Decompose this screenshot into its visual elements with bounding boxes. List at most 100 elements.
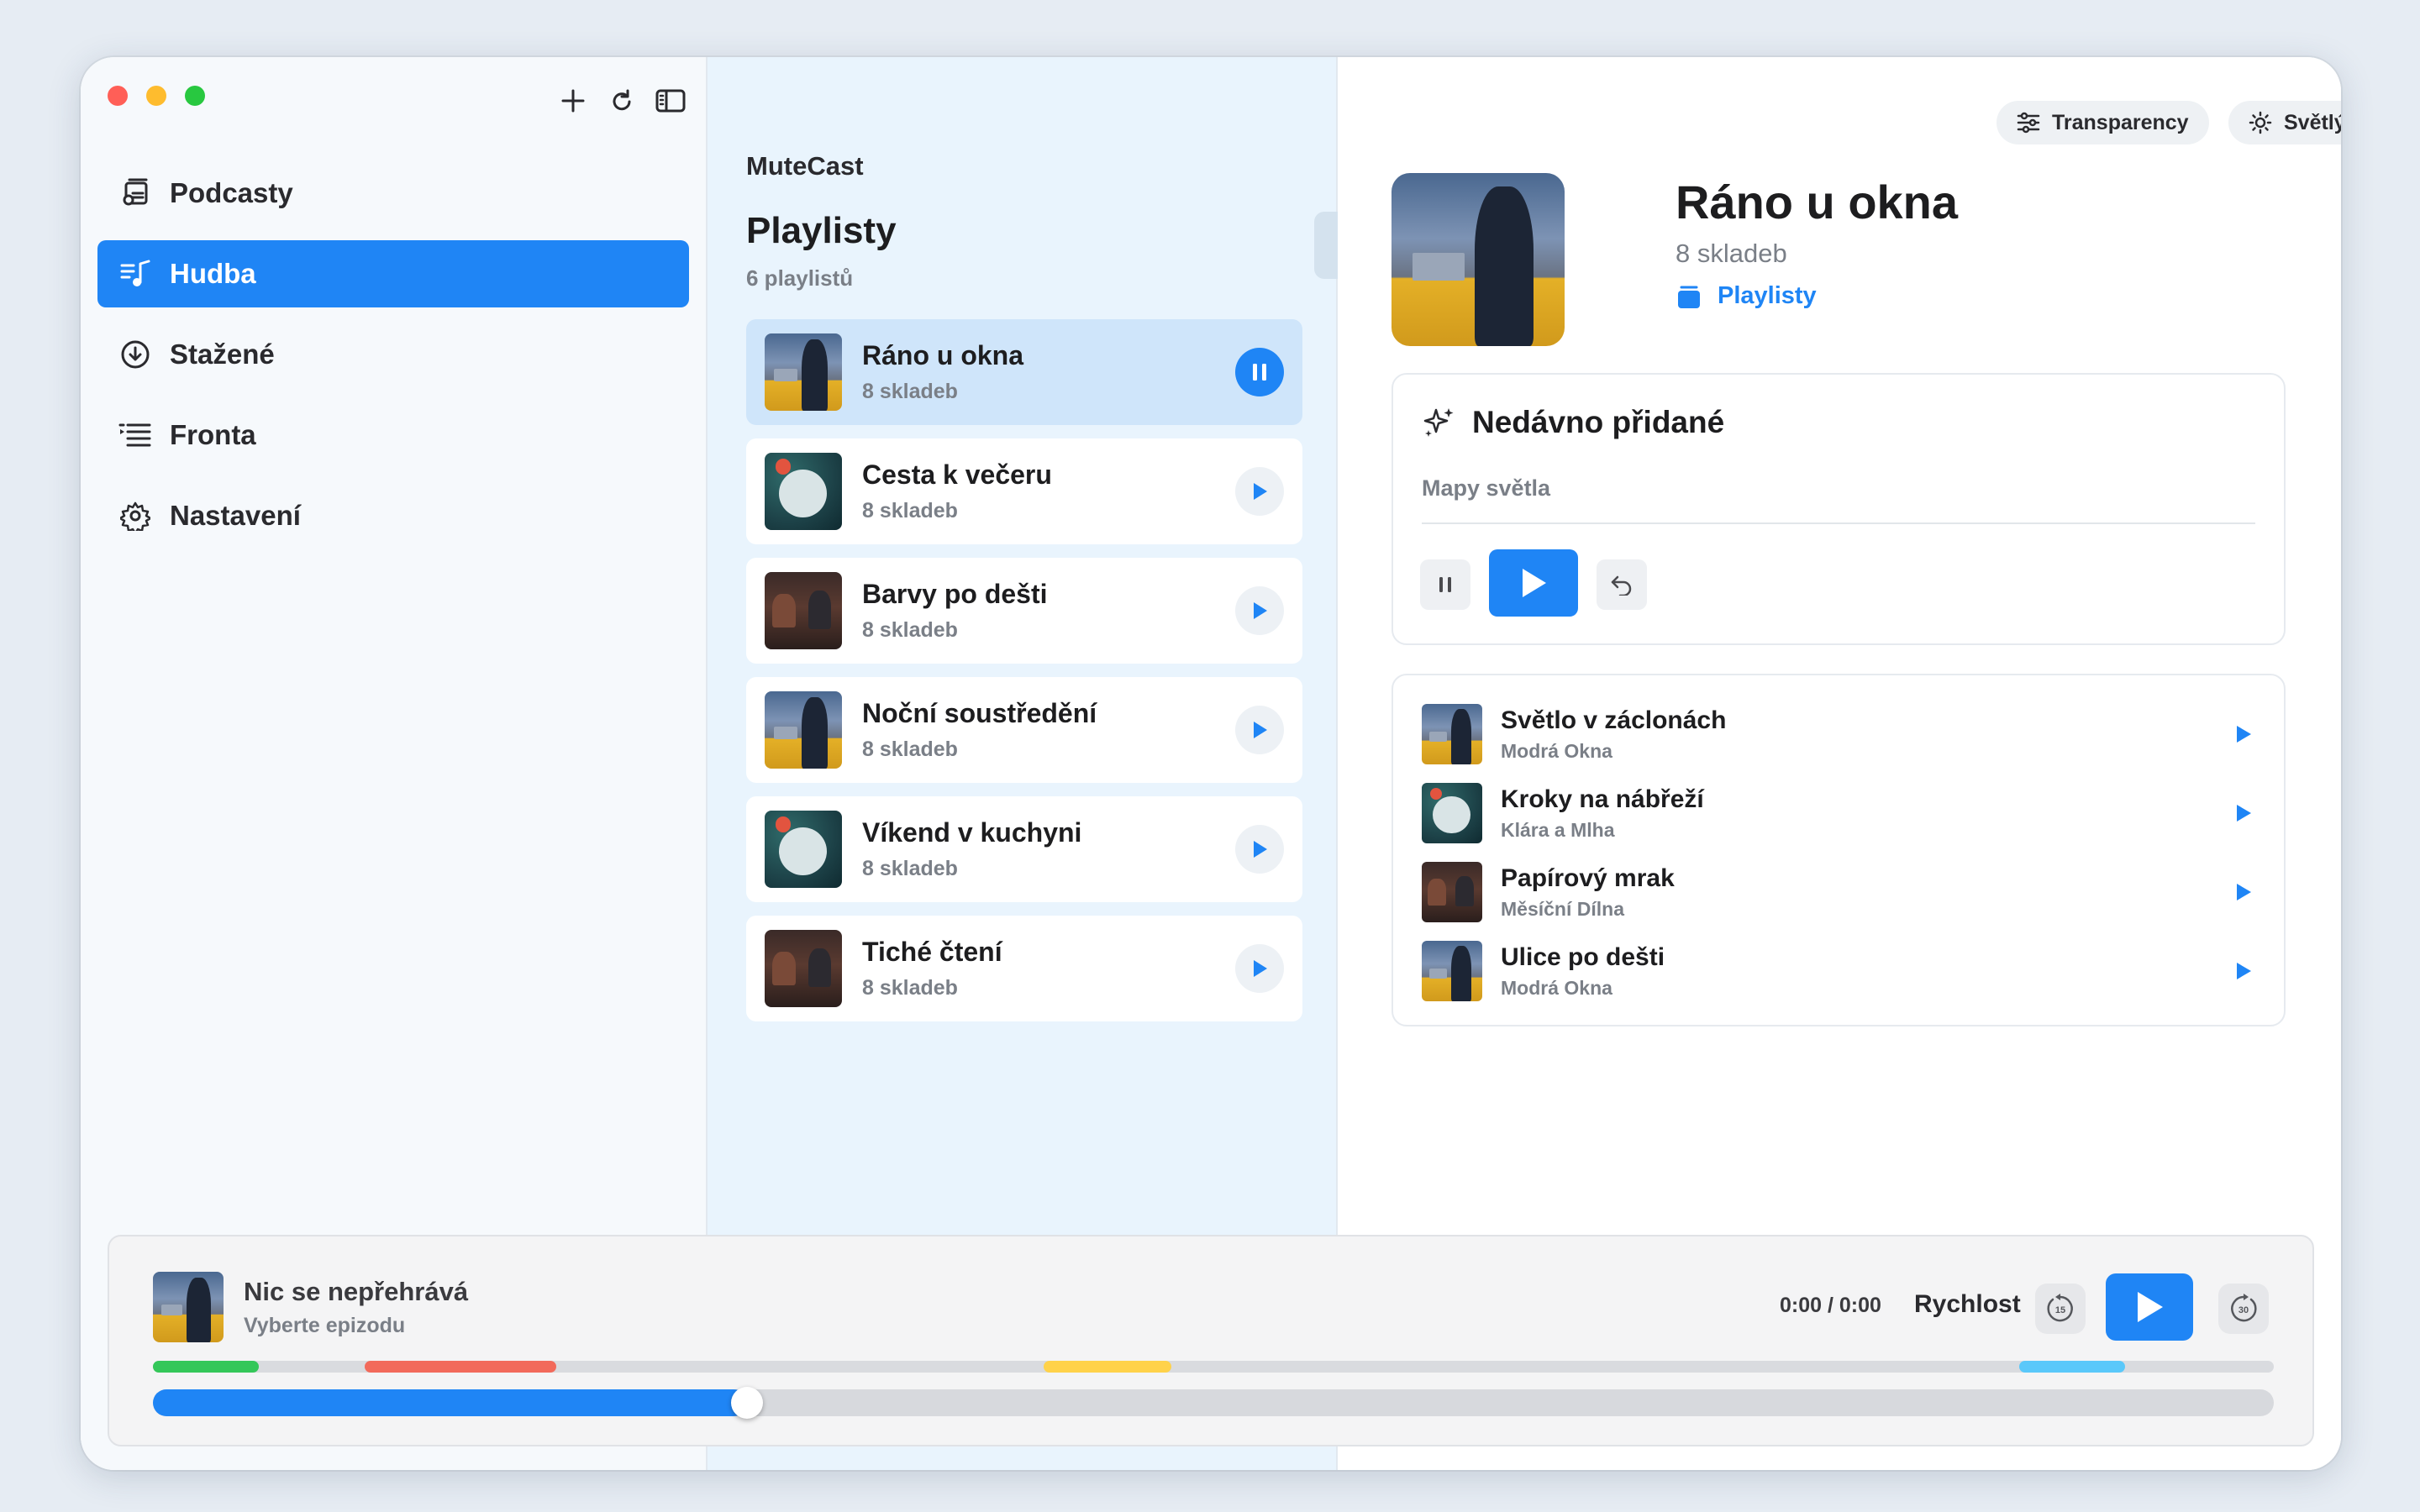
playlist-text: Ráno u okna 8 skladeb xyxy=(862,340,1023,404)
playlist-artwork xyxy=(765,691,842,769)
sun-icon xyxy=(2249,111,2272,134)
track-artwork xyxy=(1422,862,1482,922)
chapter-segment[interactable] xyxy=(2019,1361,2126,1373)
close-button[interactable] xyxy=(108,86,128,106)
track-name: Kroky na nábřeží xyxy=(1501,785,1704,813)
track-name: Papírový mrak xyxy=(1501,864,1675,892)
track-text: Světlo v záclonách Modrá Okna xyxy=(1501,706,1726,763)
sidebar-item-nastaveni[interactable]: Nastavení xyxy=(97,482,689,549)
play-button[interactable] xyxy=(1235,944,1284,993)
playlist-item[interactable]: Cesta k večeru 8 skladeb xyxy=(746,438,1302,544)
playlist-name: Cesta k večeru xyxy=(862,459,1052,490)
track-artwork xyxy=(1422,704,1482,764)
toggle-sidebar-button[interactable] xyxy=(652,82,689,119)
play-icon xyxy=(1254,722,1267,738)
sidebar-item-podcasty[interactable]: Podcasty xyxy=(97,160,689,227)
chapter-segment[interactable] xyxy=(153,1361,260,1373)
sidebar-item-hudba[interactable]: Hudba xyxy=(97,240,689,307)
play-button[interactable] xyxy=(1235,706,1284,754)
now-playing-artwork xyxy=(153,1272,224,1342)
track-text: Ulice po dešti Modrá Okna xyxy=(1501,943,1665,1000)
recently-added-header: Nedávno přidané xyxy=(1422,405,1724,440)
progress-knob[interactable] xyxy=(730,1387,763,1419)
playlist-item[interactable]: Barvy po dešti 8 skladeb xyxy=(746,558,1302,664)
playlist-subtitle: 8 skladeb xyxy=(1676,239,1787,268)
app-name: MuteCast xyxy=(746,151,864,181)
playlist-text: Noční soustředění 8 skladeb xyxy=(862,698,1097,762)
play-button[interactable] xyxy=(1235,825,1284,874)
chapter-segment[interactable] xyxy=(365,1361,556,1373)
playlist-item[interactable]: Noční soustředění 8 skladeb xyxy=(746,677,1302,783)
transparency-button[interactable]: Transparency xyxy=(1996,101,2209,144)
replay-button[interactable] xyxy=(1597,559,1647,610)
track-play-button[interactable] xyxy=(2232,801,2255,825)
music-icon xyxy=(118,256,153,291)
podcast-icon xyxy=(118,176,153,211)
track-play-button[interactable] xyxy=(2232,722,2255,746)
sidebar-item-label: Fronta xyxy=(170,419,256,450)
playlist-text: Barvy po dešti 8 skladeb xyxy=(862,579,1048,643)
track-artist: Modrá Okna xyxy=(1501,976,1612,999)
play-button[interactable] xyxy=(1489,549,1578,617)
now-playing-title: Nic se nepřehrává xyxy=(244,1277,469,1306)
chapter-bar[interactable] xyxy=(153,1361,2274,1373)
sidebar-nav: Podcasty Hudba Stažené Fronta Nastavení xyxy=(97,160,689,563)
minimize-button[interactable] xyxy=(146,86,166,106)
playlist-title: Ráno u okna xyxy=(1676,176,1959,228)
track-artist: Modrá Okna xyxy=(1501,739,1612,762)
play-button[interactable] xyxy=(1235,586,1284,635)
theme-button[interactable]: Světlý xyxy=(2228,101,2341,144)
pause-button[interactable] xyxy=(1420,559,1470,610)
playlists-link-label: Playlisty xyxy=(1718,282,1817,309)
playback-time: 0:00 / 0:00 xyxy=(1780,1294,1881,1317)
window-controls xyxy=(108,86,205,106)
sidebar-item-label: Nastavení xyxy=(170,500,301,531)
playlist-track-count: 8 skladeb xyxy=(862,380,958,403)
track-play-button[interactable] xyxy=(2232,959,2255,983)
pause-button[interactable] xyxy=(1235,348,1284,396)
track-row[interactable]: Papírový mrak Měsíční Dílna xyxy=(1422,858,2255,926)
playlist-item[interactable]: Ráno u okna 8 skladeb xyxy=(746,319,1302,425)
play-button[interactable] xyxy=(2106,1273,2193,1341)
playlist-track-count: 8 skladeb xyxy=(862,618,958,642)
queue-icon xyxy=(118,417,153,453)
pause-icon xyxy=(1253,364,1266,381)
skip-back-15-icon: 15 xyxy=(2047,1294,2073,1322)
skip-back-button[interactable]: 15 xyxy=(2035,1284,2086,1334)
track-row[interactable]: Kroky na nábřeží Klára a Mlha xyxy=(1422,780,2255,847)
playlists-link[interactable]: Playlisty xyxy=(1676,282,1817,310)
divider xyxy=(1422,522,2255,524)
playlist-text: Cesta k večeru 8 skladeb xyxy=(862,459,1052,523)
gear-icon xyxy=(118,498,153,533)
transparency-label: Transparency xyxy=(2052,110,2189,134)
recently-added-subtitle: Mapy světla xyxy=(1422,475,1551,501)
zoom-button[interactable] xyxy=(185,86,205,106)
chapter-segment[interactable] xyxy=(1044,1361,1171,1373)
track-row[interactable]: Světlo v záclonách Modrá Okna xyxy=(1422,701,2255,768)
sidebar-item-fronta[interactable]: Fronta xyxy=(97,402,689,469)
speed-button[interactable]: Rychlost xyxy=(1914,1290,2021,1319)
track-artist: Měsíční Dílna xyxy=(1501,897,1624,920)
reload-button[interactable] xyxy=(603,82,640,119)
progress-slider[interactable] xyxy=(153,1387,2274,1419)
play-icon xyxy=(1523,569,1546,597)
page-title: Playlisty xyxy=(746,210,897,251)
sidebar-item-label: Hudba xyxy=(170,258,256,289)
add-button[interactable] xyxy=(555,82,592,119)
playlist-artwork xyxy=(765,811,842,888)
recently-added-card: Nedávno přidané Mapy světla xyxy=(1392,373,2286,645)
plus-icon xyxy=(561,89,585,113)
playlist-item[interactable]: Víkend v kuchyni 8 skladeb xyxy=(746,796,1302,902)
track-play-button[interactable] xyxy=(2232,880,2255,904)
playlist-count: 6 playlistů xyxy=(746,265,854,291)
track-row[interactable]: Ulice po dešti Modrá Okna xyxy=(1422,937,2255,1005)
track-artwork xyxy=(1422,941,1482,1001)
skip-forward-button[interactable]: 30 xyxy=(2218,1284,2269,1334)
playlist-cover xyxy=(1392,173,1565,346)
skip-back-label: 15 xyxy=(2055,1305,2065,1315)
sidebar-item-stazene[interactable]: Stažené xyxy=(97,321,689,388)
playlist-name: Tiché čtení xyxy=(862,937,1002,967)
playlist-item[interactable]: Tiché čtení 8 skladeb xyxy=(746,916,1302,1021)
play-button[interactable] xyxy=(1235,467,1284,516)
sliders-icon xyxy=(2017,112,2040,134)
